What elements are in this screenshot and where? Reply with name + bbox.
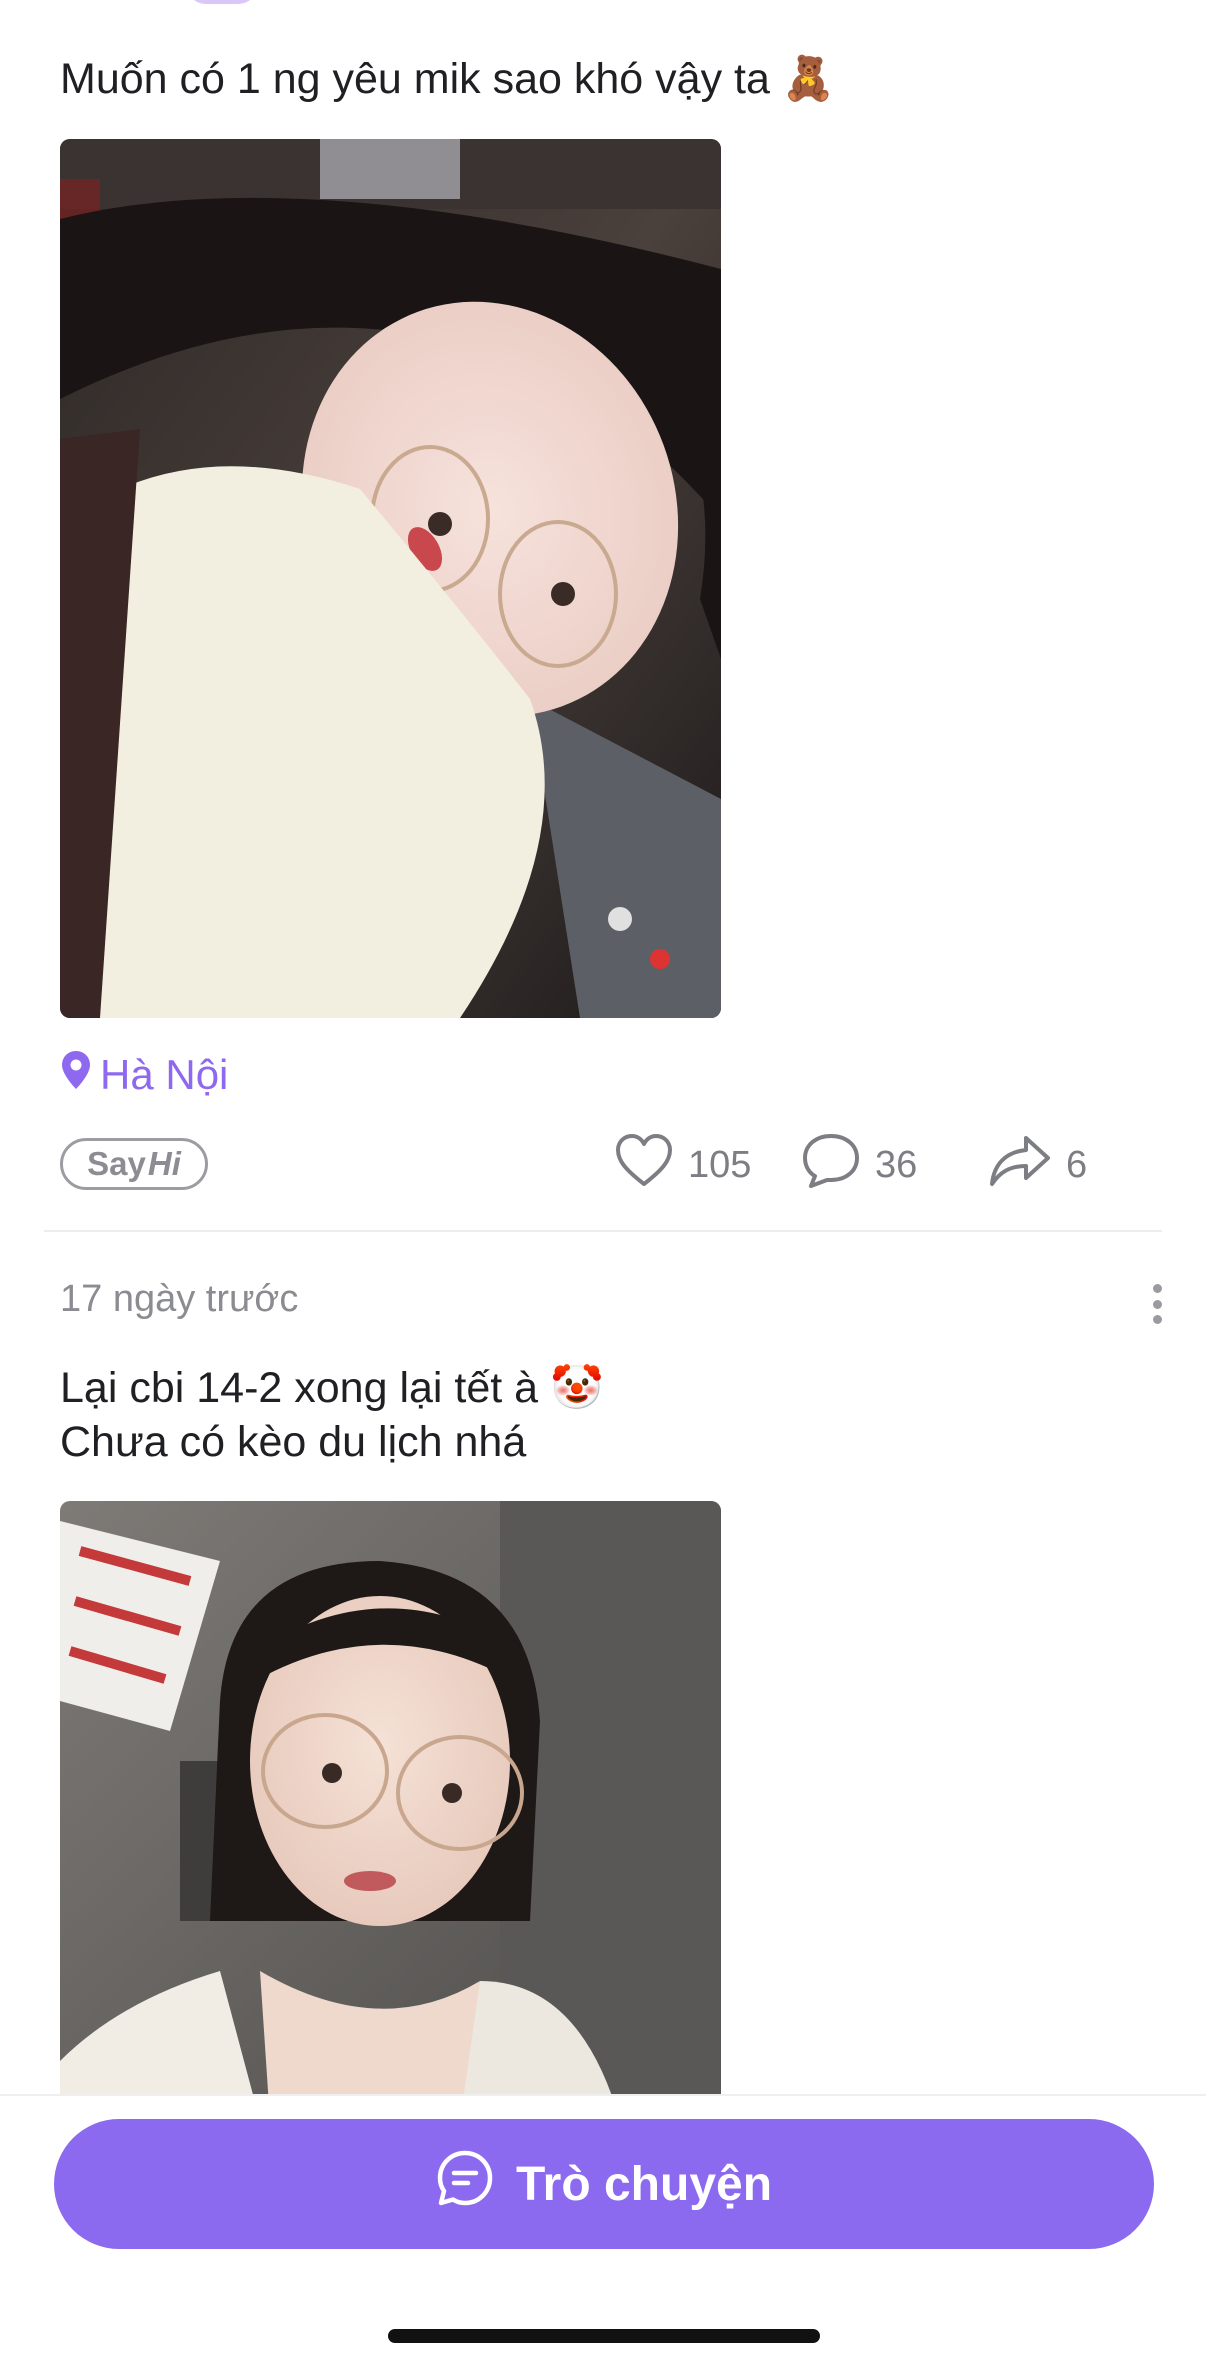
post-photo[interactable] [60, 139, 721, 1018]
chat-bubble-icon [436, 2149, 494, 2219]
more-vertical-icon[interactable] [1148, 1284, 1166, 1324]
chat-button[interactable]: Trò chuyện [54, 2119, 1154, 2249]
comment-count: 36 [875, 1143, 918, 1186]
say-hi-label-hi: Hi [147, 1145, 181, 1182]
post-location[interactable]: Hà Nội [62, 1047, 228, 1103]
like-count: 105 [688, 1143, 752, 1186]
author-avatar-partial[interactable] [186, 0, 258, 4]
like-button[interactable]: 105 [614, 1133, 751, 1197]
location-pin-icon [62, 1051, 90, 1099]
post-divider [44, 1230, 1162, 1232]
post-timestamp: 17 ngày trước [60, 1278, 299, 1320]
chat-button-label: Trò chuyện [515, 2157, 773, 2211]
share-icon [988, 1132, 1052, 1198]
share-count: 6 [1066, 1143, 1088, 1186]
post-photo[interactable] [60, 1501, 721, 2121]
say-hi-button[interactable]: Say Hi [60, 1138, 208, 1190]
location-label: Hà Nội [100, 1051, 229, 1098]
post-caption: Lại cbi 14-2 xong lại tết à 🤡 Chưa có kè… [60, 1364, 604, 1466]
home-indicator[interactable] [388, 2329, 820, 2343]
share-button[interactable]: 6 [988, 1133, 1087, 1197]
comment-icon [801, 1132, 861, 1198]
heart-icon [614, 1132, 674, 1198]
post-caption: Muốn có 1 ng yêu mik sao khó vậy ta 🧸 [60, 55, 836, 103]
comment-button[interactable]: 36 [801, 1133, 917, 1197]
say-hi-label: Say [87, 1145, 146, 1182]
